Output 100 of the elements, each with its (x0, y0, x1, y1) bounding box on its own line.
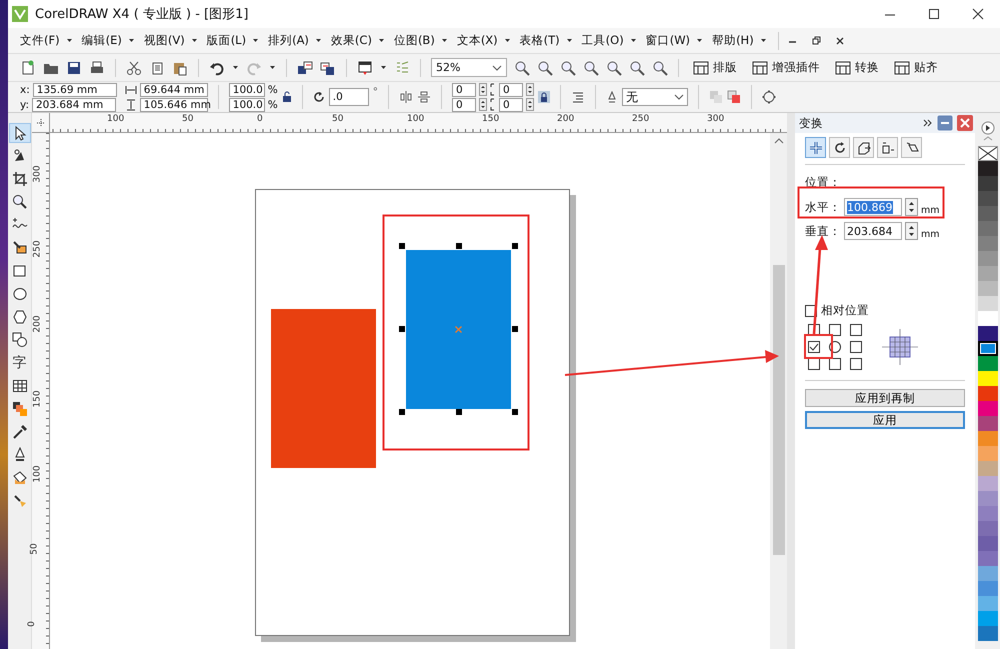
text-tool[interactable]: 字 (8, 353, 30, 373)
scale-x-field[interactable]: 100.0 (228, 82, 265, 96)
toolbar-button[interactable]: 增强插件 (748, 60, 824, 76)
close-icon[interactable] (971, 7, 985, 21)
size-tab[interactable] (877, 137, 898, 158)
color-swatch[interactable] (978, 386, 998, 401)
caret-icon[interactable] (378, 37, 385, 44)
zoom-icon[interactable] (629, 60, 645, 76)
color-swatch[interactable] (978, 476, 998, 491)
selection-handle[interactable] (399, 326, 405, 332)
caret-icon[interactable] (696, 37, 704, 44)
mirror-horizontal-icon[interactable] (399, 90, 413, 104)
color-swatch[interactable] (978, 176, 998, 191)
new-document-icon[interactable] (20, 60, 36, 76)
caret-icon[interactable] (760, 37, 767, 44)
color-swatch[interactable] (978, 266, 998, 281)
color-swatch[interactable] (978, 401, 998, 416)
caret-icon[interactable] (190, 37, 198, 44)
color-swatch[interactable] (978, 221, 998, 236)
corner-field[interactable]: 0 (499, 98, 523, 112)
zoom-out-icon[interactable] (537, 60, 553, 76)
zoom-icon[interactable] (560, 60, 576, 76)
color-swatch[interactable] (978, 461, 998, 476)
menu-item[interactable]: 视图(V) (144, 33, 185, 48)
number-field[interactable]: 100.869 (844, 198, 902, 216)
color-swatch[interactable] (978, 236, 998, 251)
caret-icon[interactable] (66, 37, 73, 44)
menu-item[interactable]: 文本(X) (456, 33, 498, 48)
selection-handle[interactable] (512, 326, 518, 332)
to-back-icon[interactable] (727, 90, 741, 104)
selection-handle[interactable] (456, 243, 462, 249)
color-swatch[interactable] (978, 446, 998, 461)
color-swatch[interactable] (978, 251, 998, 266)
color-swatch[interactable] (978, 191, 998, 206)
toolbar-button[interactable]: 转换 (831, 60, 883, 76)
import-icon[interactable] (297, 60, 313, 76)
scale-y-field[interactable]: 100.0 (228, 98, 265, 112)
selection-handle[interactable] (512, 243, 518, 249)
options-icon[interactable] (394, 60, 410, 76)
color-swatch[interactable] (978, 596, 998, 611)
caret-icon[interactable] (252, 37, 260, 44)
palette-flyout-icon[interactable] (980, 121, 994, 135)
zoom-in-icon[interactable] (514, 60, 530, 76)
lock-icon[interactable] (282, 91, 292, 103)
caret-icon[interactable] (504, 37, 511, 44)
spin-arrows-icon[interactable] (479, 83, 487, 96)
print-icon[interactable] (89, 60, 105, 76)
height-field[interactable]: 105.646 mm (140, 98, 208, 112)
cut-icon[interactable] (126, 60, 142, 76)
spin-arrows-icon[interactable] (526, 83, 534, 96)
zoom-icon[interactable] (606, 60, 622, 76)
zoom-icon[interactable] (583, 60, 599, 76)
wrap-text-icon[interactable] (571, 90, 585, 104)
toolbar-button[interactable]: 贴齐 (890, 60, 942, 76)
width-field[interactable]: 69.644 mm (140, 82, 208, 96)
y-position-field[interactable]: 203.684 mm (32, 98, 116, 112)
color-swatch[interactable] (978, 311, 998, 326)
caret-icon[interactable] (630, 37, 637, 44)
selection-handle[interactable] (512, 409, 518, 415)
save-icon[interactable] (66, 60, 82, 76)
menu-item[interactable]: 排列(A) (268, 33, 309, 48)
corner-field[interactable]: 0 (499, 82, 523, 96)
menu-item[interactable]: 工具(O) (582, 33, 624, 48)
color-swatch[interactable] (978, 356, 998, 371)
spin-arrows-icon[interactable] (479, 98, 487, 111)
rotation-field[interactable]: .0 (328, 88, 369, 106)
scale-tab[interactable] (853, 137, 874, 158)
spin-arrows-icon[interactable] (526, 98, 534, 111)
skew-tab[interactable] (901, 137, 922, 158)
convert-to-curves-icon[interactable] (762, 90, 776, 104)
color-swatch[interactable] (978, 491, 998, 506)
mirror-vertical-icon[interactable] (417, 90, 431, 104)
caret-icon[interactable] (440, 37, 448, 44)
scroll-up-icon[interactable] (774, 137, 784, 145)
color-swatch[interactable] (978, 626, 998, 641)
anchor-point[interactable] (829, 358, 841, 370)
color-swatch[interactable] (978, 206, 998, 221)
color-swatch[interactable] (978, 341, 998, 356)
menu-item[interactable]: 表格(T) (520, 33, 560, 48)
caret-icon[interactable] (314, 37, 322, 44)
selection-handle[interactable] (456, 409, 462, 415)
anchor-point[interactable] (850, 358, 862, 370)
caret-icon[interactable] (566, 37, 573, 44)
no-color-swatch[interactable] (978, 146, 998, 161)
caret-icon[interactable] (269, 64, 276, 71)
ruler-origin-icon[interactable] (36, 118, 46, 128)
color-swatch[interactable] (978, 416, 998, 431)
corner-field[interactable]: 0 (452, 82, 476, 96)
menu-item[interactable]: 编辑(E) (82, 33, 122, 48)
menu-item[interactable]: 帮助(H) (712, 33, 754, 48)
lock-icon[interactable] (538, 91, 550, 103)
menu-item[interactable]: 文件(F) (20, 33, 60, 48)
apply-button[interactable]: 应用 (805, 411, 965, 429)
color-swatch[interactable] (978, 536, 998, 551)
color-swatch[interactable] (978, 371, 998, 386)
caret-icon[interactable] (128, 37, 135, 44)
menu-item[interactable]: 效果(C) (330, 33, 372, 48)
scrollbar-thumb[interactable] (772, 265, 784, 555)
number-field[interactable]: 203.684 (844, 222, 902, 240)
minimize-docker-icon[interactable] (937, 115, 953, 131)
